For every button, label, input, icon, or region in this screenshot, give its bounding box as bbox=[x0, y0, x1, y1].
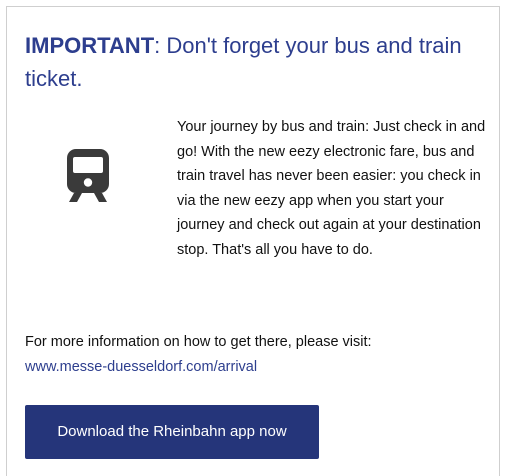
download-app-button[interactable]: Download the Rheinbahn app now bbox=[25, 405, 319, 459]
arrival-link[interactable]: www.messe-duesseldorf.com/arrival bbox=[25, 359, 257, 375]
notice-title-important: IMPORTANT bbox=[25, 33, 155, 58]
train-icon bbox=[63, 147, 113, 203]
notice-body-text: Your journey by bus and train: Just chec… bbox=[177, 119, 486, 258]
notice-title: IMPORTANT: Don't forget your bus and tra… bbox=[25, 29, 485, 95]
more-info: For more information on how to get there… bbox=[25, 330, 495, 379]
ticket-notice-card: IMPORTANT: Don't forget your bus and tra… bbox=[6, 6, 500, 476]
more-info-text: For more information on how to get there… bbox=[25, 334, 372, 350]
